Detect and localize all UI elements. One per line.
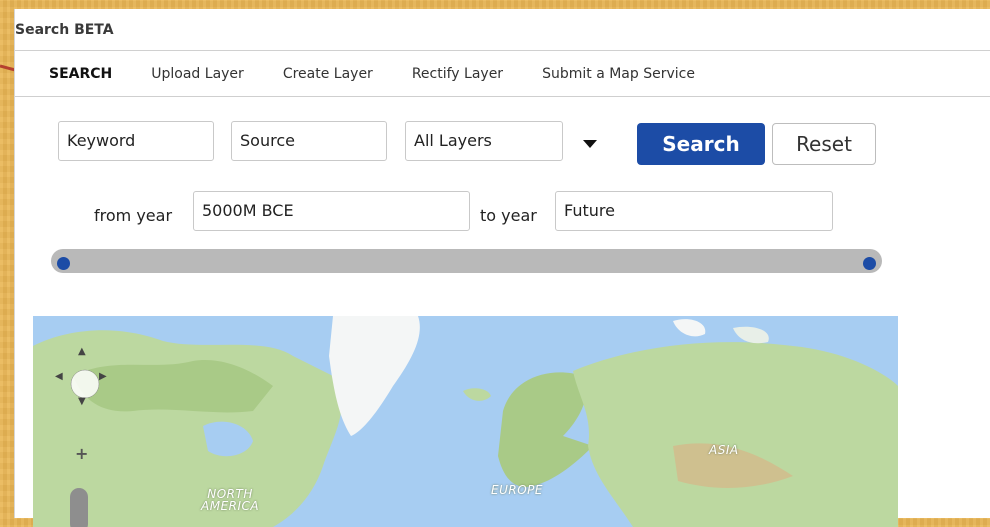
map-label-north-america: NORTH AMERICA bbox=[201, 487, 260, 513]
layers-select[interactable]: All Layers bbox=[405, 121, 563, 161]
from-year-input[interactable]: 5000M BCE bbox=[193, 191, 470, 231]
search-window: Search BETA SEARCH Upload Layer Create L… bbox=[14, 9, 990, 527]
window-title: Search BETA bbox=[15, 9, 990, 51]
to-year-label: to year bbox=[480, 206, 537, 225]
map-label-asia: ASIA bbox=[709, 443, 739, 457]
slider-start-handle[interactable] bbox=[57, 257, 70, 270]
chevron-down-icon[interactable] bbox=[583, 140, 597, 148]
to-year-input[interactable]: Future bbox=[555, 191, 833, 231]
tab-search[interactable]: SEARCH bbox=[49, 66, 112, 82]
tab-submit-map-service[interactable]: Submit a Map Service bbox=[542, 66, 695, 82]
window-title-text: Search BETA bbox=[15, 21, 114, 38]
map-tiles bbox=[33, 316, 898, 527]
keyword-input[interactable]: Keyword bbox=[58, 121, 214, 161]
search-button[interactable]: Search bbox=[637, 123, 765, 165]
tab-bar: SEARCH Upload Layer Create Layer Rectify… bbox=[15, 51, 990, 97]
tab-rectify-layer[interactable]: Rectify Layer bbox=[412, 66, 503, 82]
zoom-slider[interactable] bbox=[70, 488, 88, 527]
pan-right-icon[interactable]: ▶ bbox=[99, 371, 107, 382]
zoom-in-icon[interactable]: + bbox=[75, 444, 88, 463]
pan-down-icon[interactable]: ▼ bbox=[78, 396, 86, 407]
reset-button[interactable]: Reset bbox=[772, 123, 876, 165]
slider-end-handle[interactable] bbox=[863, 257, 876, 270]
map-label-europe: EUROPE bbox=[491, 483, 543, 497]
world-map[interactable]: ASIA EUROPE NORTH AMERICA ▲ ◀ ▶ ▼ + bbox=[33, 316, 898, 527]
pan-up-icon[interactable]: ▲ bbox=[78, 346, 86, 357]
tab-create-layer[interactable]: Create Layer bbox=[283, 66, 373, 82]
source-input[interactable]: Source bbox=[231, 121, 387, 161]
tab-upload-layer[interactable]: Upload Layer bbox=[151, 66, 244, 82]
from-year-label: from year bbox=[94, 206, 173, 225]
pan-left-icon[interactable]: ◀ bbox=[55, 371, 63, 382]
year-range-slider[interactable] bbox=[51, 249, 882, 273]
